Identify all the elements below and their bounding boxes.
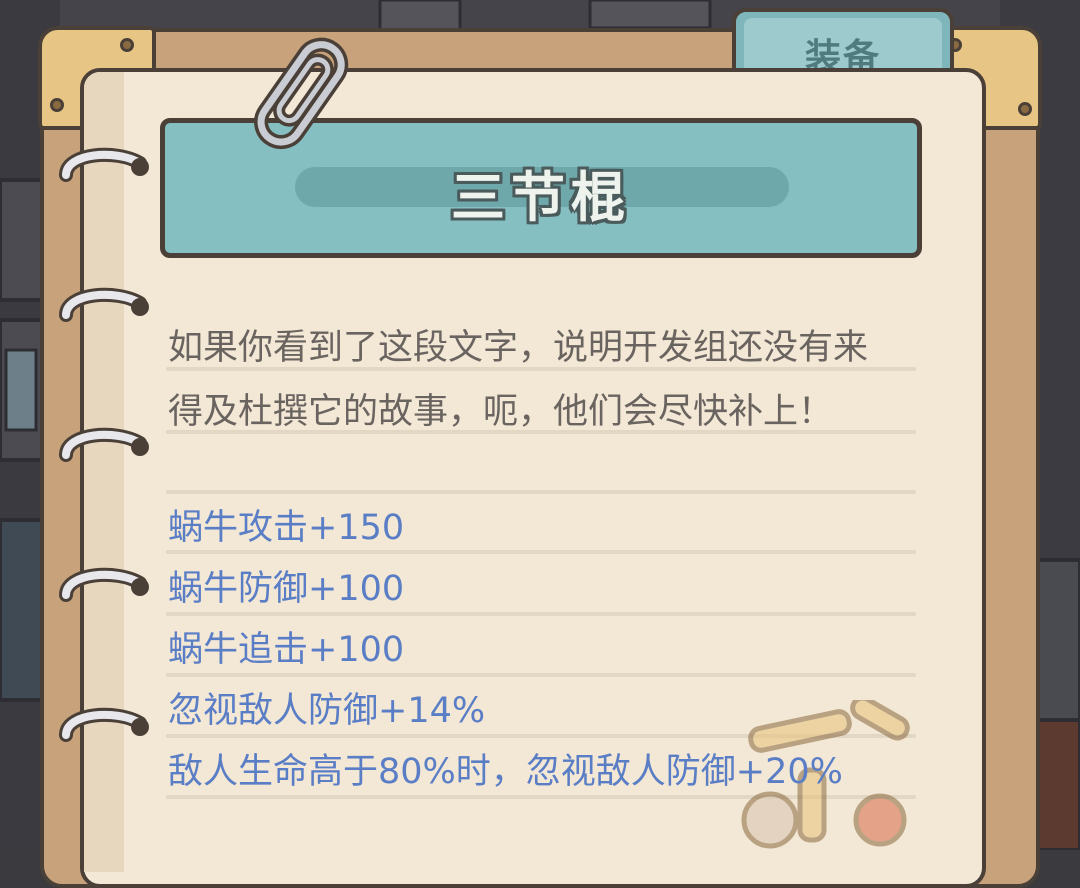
stat-line: 蜗牛防御+100 <box>168 569 405 609</box>
binder-ring-icon <box>59 287 149 322</box>
binder-ring-icon <box>59 567 149 602</box>
binder-ring-icon <box>59 427 149 462</box>
stat-line: 蜗牛攻击+150 <box>168 508 405 548</box>
binder-ring-icon <box>59 707 149 742</box>
stat-line: 忽视敌人防御+14% <box>168 691 486 731</box>
paperclip-icon <box>254 37 349 150</box>
description-line: 得及杜撰它的故事，呃，他们会尽快补上！ <box>168 392 834 432</box>
stat-line: 敌人生命高于80%时，忽视敌人防御+20% <box>168 752 843 792</box>
stat-line: 蜗牛追击+100 <box>168 630 405 670</box>
item-stats-list: 蜗牛攻击+150 蜗牛防御+100 蜗牛追击+100 忽视敌人防御+14% 敌人… <box>168 498 968 803</box>
item-description: 如果你看到了这段文字，说明开发组还没有来 得及杜撰它的故事，呃，他们会尽快补上！ <box>168 316 928 444</box>
binder-ring-icon <box>59 147 149 182</box>
item-name: 三节棍 <box>451 166 631 229</box>
description-line: 如果你看到了这段文字，说明开发组还没有来 <box>168 328 869 368</box>
